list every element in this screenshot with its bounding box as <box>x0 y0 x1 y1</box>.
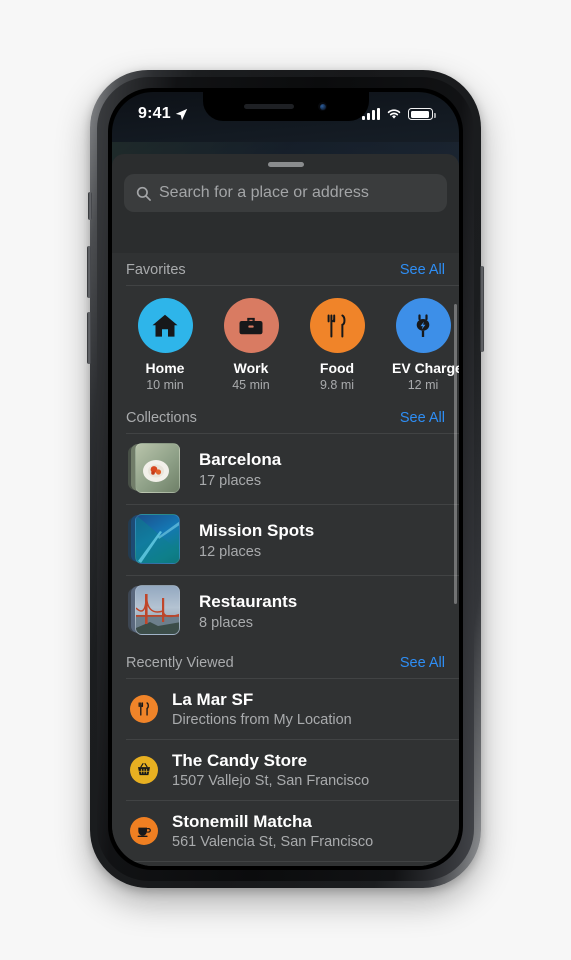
recent-text: La Mar SF Directions from My Location <box>172 690 352 728</box>
favorite-sublabel: 9.8 mi <box>319 378 355 392</box>
volume-down-button[interactable] <box>87 312 91 364</box>
fork-knife-icon <box>130 695 158 723</box>
favorite-label: Food <box>319 360 355 376</box>
favorite-label: EV Chargers <box>392 360 459 376</box>
recent-sub: 561 Valencia St, San Francisco <box>172 834 374 850</box>
volume-up-button[interactable] <box>87 246 91 298</box>
recently-viewed-see-all-link[interactable]: See All <box>400 655 445 671</box>
collection-row-mission-spots[interactable]: Mission Spots 12 places <box>112 505 459 575</box>
power-button[interactable] <box>480 266 484 352</box>
favorites-row[interactable]: Home 10 min Work 45 min Food 9.8 mi EV C… <box>112 286 459 401</box>
favorites-see-all-link[interactable]: See All <box>400 262 445 278</box>
fork-knife-icon <box>309 298 365 353</box>
recent-sub: Directions from My Location <box>172 712 352 728</box>
collections-see-all-link[interactable]: See All <box>400 410 445 426</box>
sheet-scrollbar[interactable] <box>454 304 457 604</box>
favorite-item-food[interactable]: Food 9.8 mi <box>306 298 368 392</box>
collections-section-header: Collections See All <box>112 401 459 433</box>
recent-name: Stonemill Matcha <box>172 812 312 831</box>
collection-name: Barcelona <box>199 449 282 469</box>
collection-thumbnail <box>128 514 184 566</box>
battery-icon <box>408 108 436 120</box>
collection-text: Barcelona 17 places <box>199 450 281 489</box>
food-plate-photo <box>135 443 180 493</box>
recent-text: Stonemill Matcha 561 Valencia St, San Fr… <box>172 812 373 850</box>
recently-viewed-title: Recently Viewed <box>126 655 234 671</box>
search-input[interactable]: Search for a place or address <box>124 174 447 212</box>
device-inner-bezel: 9:41 Search for a place or address Favor… <box>97 77 474 881</box>
home-icon <box>137 298 193 353</box>
favorite-sublabel: 10 min <box>146 378 184 392</box>
favorite-sublabel: 45 min <box>232 378 270 392</box>
collection-name: Mission Spots <box>199 520 315 540</box>
favorite-item-home[interactable]: Home 10 min <box>134 298 196 392</box>
maps-bottom-sheet: Search for a place or address Favorites … <box>112 154 459 866</box>
favorites-title: Favorites <box>126 262 186 278</box>
collection-count: 17 places <box>199 472 262 489</box>
recent-sub: 1507 Vallejo St, San Francisco <box>172 773 370 789</box>
recent-row-stonemill-matcha[interactable]: Stonemill Matcha 561 Valencia St, San Fr… <box>112 801 459 861</box>
collection-count: 12 places <box>199 543 262 560</box>
collections-title: Collections <box>126 410 197 426</box>
blue-abstract-photo <box>135 514 180 564</box>
recent-row-la-mar-sf[interactable]: La Mar SF Directions from My Location <box>112 679 459 739</box>
search-placeholder-text: Search for a place or address <box>159 184 369 201</box>
favorite-sublabel: 12 mi <box>407 378 439 392</box>
recent-row-the-candy-store[interactable]: The Candy Store 1507 Vallejo St, San Fra… <box>112 740 459 800</box>
recently-viewed-section-header: Recently Viewed See All <box>112 646 459 678</box>
recent-row-california-academy-of-sciences[interactable]: California Academy of Sciences <box>112 862 459 866</box>
status-time-label: 9:41 <box>138 105 171 122</box>
recent-text: The Candy Store 1507 Vallejo St, San Fra… <box>172 751 369 789</box>
collection-thumbnail <box>128 443 184 495</box>
status-indicators <box>362 108 436 120</box>
recent-name: La Mar SF <box>172 690 254 709</box>
search-icon <box>136 186 151 201</box>
search-section: Search for a place or address <box>112 167 459 224</box>
favorite-item-ev-chargers[interactable]: EV Chargers 12 mi <box>392 298 459 392</box>
device-black-bezel: 9:41 Search for a place or address Favor… <box>108 88 463 870</box>
favorite-item-work[interactable]: Work 45 min <box>220 298 282 392</box>
wifi-icon <box>387 109 401 119</box>
recent-name: The Candy Store <box>172 751 308 770</box>
coffee-cup-icon <box>130 817 158 845</box>
briefcase-icon <box>223 298 279 353</box>
collection-thumbnail <box>128 585 184 637</box>
basket-icon <box>130 756 158 784</box>
earpiece-speaker-icon <box>244 104 294 109</box>
collection-row-restaurants[interactable]: Restaurants 8 places <box>112 576 459 646</box>
mute-switch[interactable] <box>88 192 92 220</box>
golden-gate-bridge-photo <box>135 585 180 635</box>
iphone-device-frame: 9:41 Search for a place or address Favor… <box>87 70 484 888</box>
location-arrow-icon <box>175 108 188 120</box>
favorite-label: Home <box>145 360 185 376</box>
favorites-section-header: Favorites See All <box>112 253 459 285</box>
screenshot-canvas: 9:41 Search for a place or address Favor… <box>0 0 571 960</box>
collection-count: 8 places <box>199 614 254 631</box>
phone-screen: 9:41 Search for a place or address Favor… <box>112 92 459 866</box>
sheet-scroll-list[interactable]: Favorites See All Home 10 min Work 45 mi… <box>112 253 459 866</box>
ev-plug-icon <box>395 298 451 353</box>
front-camera-icon <box>318 102 327 111</box>
status-time: 9:41 <box>138 105 188 123</box>
collection-name: Restaurants <box>199 591 298 611</box>
collection-text: Restaurants 8 places <box>199 592 297 631</box>
collection-text: Mission Spots 12 places <box>199 521 314 560</box>
favorite-label: Work <box>233 360 269 376</box>
collection-row-barcelona[interactable]: Barcelona 17 places <box>112 434 459 504</box>
device-notch <box>202 92 369 121</box>
